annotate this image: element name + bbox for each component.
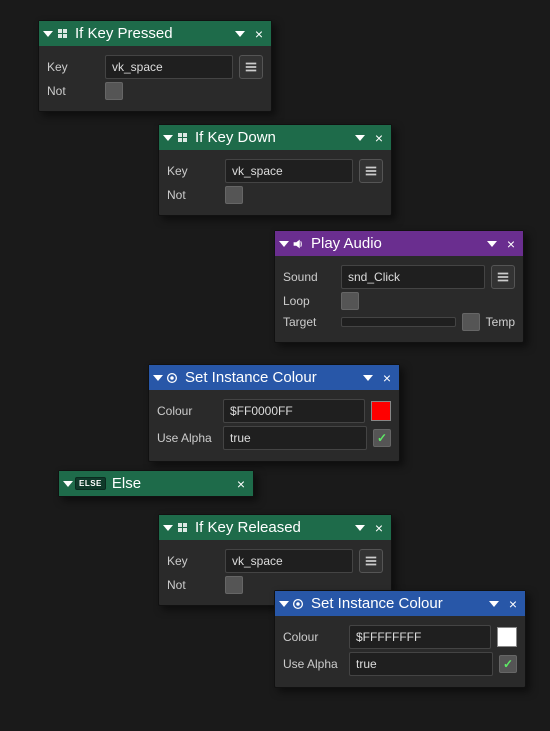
else-icon: ELSE [75,477,106,490]
field-label: Use Alpha [157,431,217,445]
key-picker-button[interactable] [359,549,383,573]
sound-input[interactable]: snd_Click [341,265,485,289]
close-icon[interactable]: × [381,371,393,385]
close-icon[interactable]: × [253,27,265,41]
close-icon[interactable]: × [507,597,519,611]
temp-checkbox[interactable] [462,313,480,331]
list-icon [364,554,378,568]
node-header[interactable]: If Key Pressed × [39,21,271,46]
node-if-key-down[interactable]: If Key Down × Key vk_space Not [158,124,392,216]
field-label: Sound [283,270,335,284]
key-picker-button[interactable] [359,159,383,183]
field-label: Not [167,578,219,592]
field-label: Not [47,84,99,98]
colour-input[interactable]: $FFFFFFFF [349,625,491,649]
node-title: If Key Down [193,129,347,146]
node-menu-dropdown-icon[interactable] [355,135,365,141]
field-label: Key [47,60,99,74]
field-label: Not [167,188,219,202]
node-body: Key vk_space Not [39,46,271,111]
node-else[interactable]: ELSE Else × [58,470,254,497]
not-checkbox[interactable] [225,186,243,204]
target-input[interactable] [341,317,456,327]
node-body: Sound snd_Click Loop Target Temp [275,256,523,342]
field-label: Target [283,315,335,329]
instance-icon [291,597,305,611]
node-header[interactable]: Set Instance Colour × [275,591,525,616]
key-input[interactable]: vk_space [105,55,233,79]
use-alpha-checkbox[interactable] [373,429,391,447]
not-checkbox[interactable] [225,576,243,594]
collapse-icon[interactable] [279,601,289,607]
use-alpha-input[interactable]: true [349,652,493,676]
list-icon [496,270,510,284]
field-label: Key [167,164,219,178]
close-icon[interactable]: × [373,131,385,145]
collapse-icon[interactable] [163,135,173,141]
close-icon[interactable]: × [373,521,385,535]
use-alpha-input[interactable]: true [223,426,367,450]
field-label: Temp [486,315,515,329]
sound-picker-button[interactable] [491,265,515,289]
node-set-instance-colour[interactable]: Set Instance Colour × Colour $FFFFFFFF U… [274,590,526,688]
node-menu-dropdown-icon[interactable] [487,241,497,247]
node-header[interactable]: If Key Released × [159,515,391,540]
audio-icon [291,237,305,251]
key-down-icon [175,131,189,145]
node-if-key-pressed[interactable]: If Key Pressed × Key vk_space Not [38,20,272,112]
instance-icon [165,371,179,385]
colour-input[interactable]: $FF0000FF [223,399,365,423]
node-menu-dropdown-icon[interactable] [489,601,499,607]
node-title: If Key Pressed [73,25,227,42]
close-icon[interactable]: × [505,237,517,251]
use-alpha-checkbox[interactable] [499,655,517,673]
node-title: Else [110,475,231,492]
node-play-audio[interactable]: Play Audio × Sound snd_Click Loop Target… [274,230,524,343]
key-released-icon [175,521,189,535]
close-icon[interactable]: × [235,477,247,491]
key-picker-button[interactable] [239,55,263,79]
loop-checkbox[interactable] [341,292,359,310]
field-label: Colour [157,404,217,418]
node-title: Set Instance Colour [309,595,481,612]
key-pressed-icon [55,27,69,41]
node-set-instance-colour[interactable]: Set Instance Colour × Colour $FF0000FF U… [148,364,400,462]
field-label: Colour [283,630,343,644]
key-input[interactable]: vk_space [225,549,353,573]
node-header[interactable]: If Key Down × [159,125,391,150]
node-body: Key vk_space Not [159,150,391,215]
node-header[interactable]: ELSE Else × [59,471,253,496]
list-icon [244,60,258,74]
node-header[interactable]: Play Audio × [275,231,523,256]
node-title: Play Audio [309,235,479,252]
node-header[interactable]: Set Instance Colour × [149,365,399,390]
node-menu-dropdown-icon[interactable] [363,375,373,381]
collapse-icon[interactable] [153,375,163,381]
node-body: Colour $FF0000FF Use Alpha true [149,390,399,461]
node-title: Set Instance Colour [183,369,355,386]
collapse-icon[interactable] [43,31,53,37]
collapse-icon[interactable] [163,525,173,531]
colour-swatch[interactable] [371,401,391,421]
field-label: Key [167,554,219,568]
key-input[interactable]: vk_space [225,159,353,183]
list-icon [364,164,378,178]
node-body: Colour $FFFFFFFF Use Alpha true [275,616,525,687]
colour-swatch[interactable] [497,627,517,647]
node-menu-dropdown-icon[interactable] [355,525,365,531]
collapse-icon[interactable] [279,241,289,247]
field-label: Loop [283,294,335,308]
node-menu-dropdown-icon[interactable] [235,31,245,37]
node-title: If Key Released [193,519,347,536]
collapse-icon[interactable] [63,481,73,487]
not-checkbox[interactable] [105,82,123,100]
field-label: Use Alpha [283,657,343,671]
